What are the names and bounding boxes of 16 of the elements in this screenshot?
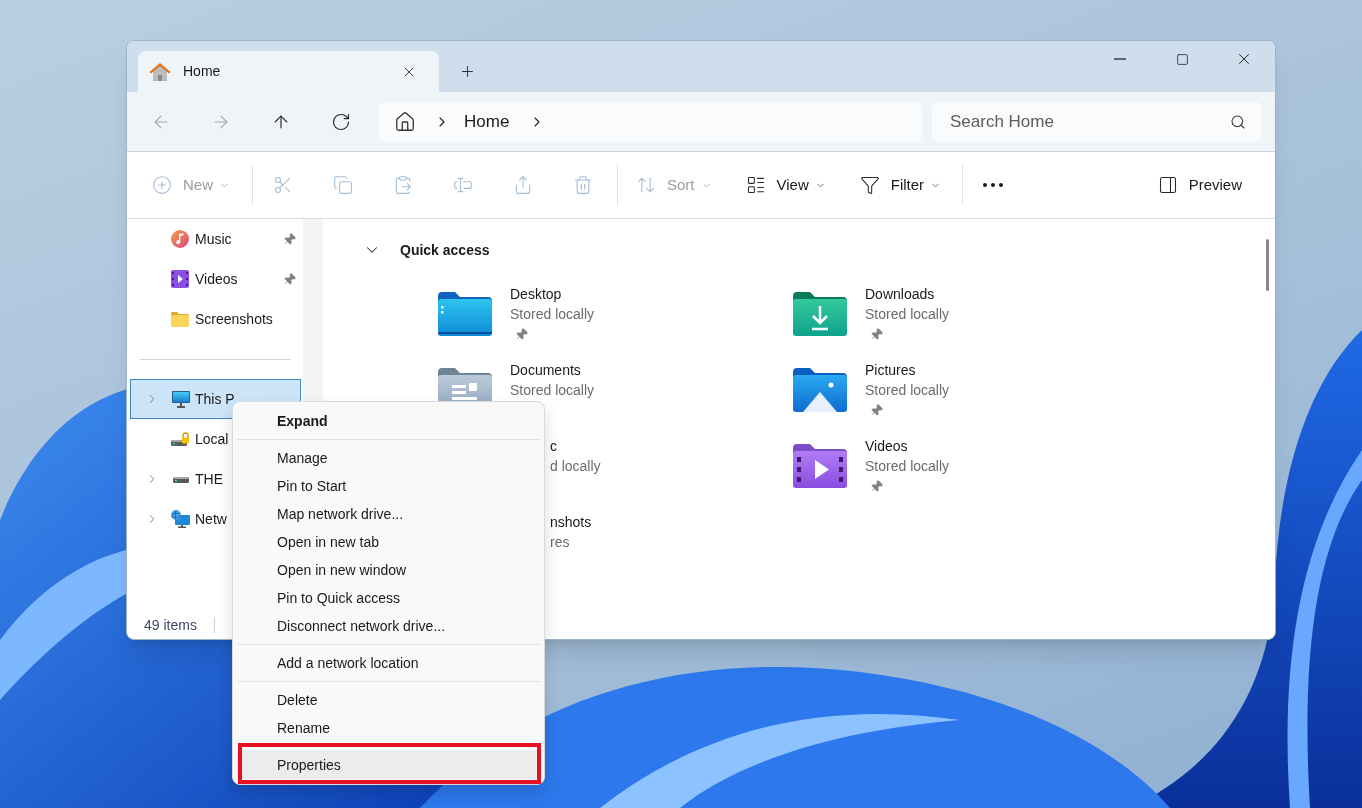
section-title: Quick access — [400, 240, 490, 260]
folder-status: Stored locally — [510, 305, 595, 324]
folder-name: Desktop — [510, 285, 563, 304]
folder-name: Pictures — [865, 361, 917, 380]
folder-status: Stored locally — [865, 305, 950, 324]
folder-status: d locally — [550, 457, 601, 476]
folder-status: Stored locally — [865, 381, 950, 400]
folder-status: res — [550, 533, 571, 552]
folder-name: Downloads — [865, 285, 936, 304]
folder-status: Stored locally — [510, 381, 595, 400]
folder-name: Documents — [510, 361, 582, 380]
folder-name: nshots — [550, 513, 592, 532]
folder-name: c — [550, 437, 558, 456]
folder-status: Stored locally — [865, 457, 950, 476]
folder-name: Videos — [865, 437, 909, 456]
item-count: 49 items — [144, 615, 197, 635]
